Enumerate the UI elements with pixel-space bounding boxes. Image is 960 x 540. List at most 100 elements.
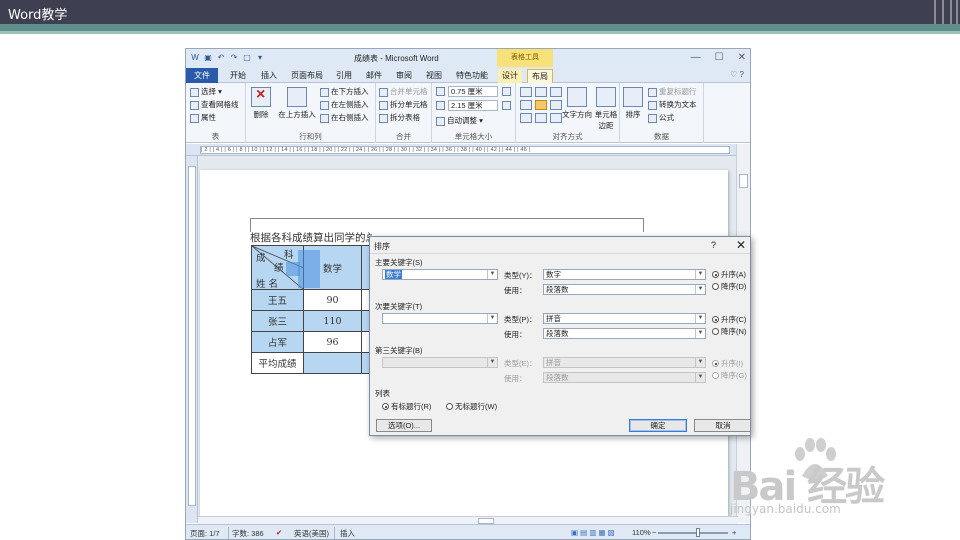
delete-button[interactable]: 删除 (248, 86, 274, 120)
tab-home[interactable]: 开始 (226, 69, 250, 83)
sort-button[interactable]: 排序 (622, 87, 644, 120)
insert-right-button[interactable]: 在右侧插入 (320, 112, 369, 123)
insert-below-button[interactable]: 在下方插入 (320, 86, 369, 97)
header-row-radio[interactable]: 有标题行(R) (382, 401, 431, 412)
tab-review[interactable]: 审阅 (392, 69, 416, 83)
third-desc-radio[interactable]: 降序(G) (712, 370, 747, 381)
align-bottom-right-icon[interactable] (550, 113, 562, 123)
tab-references[interactable]: 引用 (332, 69, 356, 83)
select-button[interactable]: 选择 ▾ (190, 86, 222, 97)
redo-icon[interactable]: ↷ (229, 52, 239, 63)
align-middle-center-icon[interactable] (535, 100, 547, 110)
close-icon[interactable]: ✕ (738, 52, 746, 63)
table-row[interactable]: 平均成绩 (251, 352, 376, 374)
zoom-slider-thumb[interactable] (696, 528, 700, 537)
word-count[interactable]: 字数: 386 (232, 528, 264, 539)
name-cell[interactable]: 王五 (251, 289, 304, 311)
scroll-thumb[interactable] (739, 174, 748, 188)
cell-margins-button[interactable]: 单元格边距 (594, 87, 618, 131)
minimize-icon[interactable]: — (691, 52, 701, 63)
third-using-select[interactable]: 段落数 ▼ (543, 372, 706, 383)
score-cell[interactable]: 110 (303, 310, 362, 332)
secondary-using-select[interactable]: 段落数 ▼ (543, 328, 706, 339)
table-row[interactable]: 张三 110 (251, 310, 376, 332)
convert-to-text-button[interactable]: 转换为文本 (648, 99, 697, 110)
col-width-input[interactable]: 2.15 厘米 (448, 100, 498, 111)
tab-view[interactable]: 视图 (422, 69, 446, 83)
dialog-help-icon[interactable]: ? (711, 240, 716, 250)
primary-using-select[interactable]: 段落数 ▼ (543, 284, 706, 295)
insert-left-button[interactable]: 在左侧插入 (320, 99, 369, 110)
align-bottom-left-icon[interactable] (520, 113, 532, 123)
tab-features[interactable]: 特色功能 (452, 69, 492, 83)
score-cell[interactable]: 96 (303, 331, 362, 353)
insert-mode[interactable]: 插入 (340, 528, 355, 539)
radio-icon (712, 283, 719, 290)
text-direction-button[interactable]: 文字方向 (562, 87, 592, 120)
zoom-slider[interactable] (658, 532, 728, 534)
third-asc-radio[interactable]: 升序(I) (712, 358, 743, 369)
horizontal-ruler[interactable]: | 2 | | 4 | | 6 | | 8 | | 10 | | 12 | | … (186, 144, 750, 156)
split-cells-button[interactable]: 拆分单元格 (379, 99, 428, 110)
cell-alignment-grid[interactable] (520, 87, 562, 123)
third-key-select[interactable]: ▼ (382, 357, 498, 368)
table-row[interactable]: 占军 96 (251, 331, 376, 353)
vertical-ruler[interactable] (186, 156, 198, 523)
repeat-header-button[interactable]: 重复标题行 (648, 86, 697, 97)
split-table-button[interactable]: 拆分表格 (379, 112, 420, 123)
primary-key-select[interactable]: 数学 ▼ (382, 269, 498, 280)
distribute-cols-icon[interactable] (502, 101, 511, 110)
formula-button[interactable]: 公式 (648, 112, 674, 123)
primary-asc-radio[interactable]: 升序(A) (712, 269, 746, 280)
page-count[interactable]: 页面: 1/7 (190, 528, 220, 539)
maximize-icon[interactable]: ☐ (715, 52, 724, 63)
score-cell[interactable] (303, 352, 362, 374)
autofit-button[interactable]: 自动调整 ▾ (436, 115, 483, 126)
row-height-input[interactable]: 0.75 厘米 (448, 86, 498, 97)
dialog-close-icon[interactable]: ✕ (736, 238, 746, 252)
name-cell[interactable]: 平均成绩 (251, 352, 304, 374)
secondary-asc-radio[interactable]: 升序(C) (712, 314, 746, 325)
tab-design[interactable]: 设计 (498, 69, 522, 83)
help-icon[interactable]: ♡ ? (730, 70, 744, 79)
align-bottom-center-icon[interactable] (535, 113, 547, 123)
zoom-level[interactable]: 110% (632, 528, 651, 537)
view-buttons-icon[interactable]: ▣ ▤ ▥ ▦ ▧ (571, 528, 615, 537)
proofing-icon[interactable]: ✔ (276, 528, 282, 537)
customize-qat-icon[interactable]: ▾ (255, 52, 265, 63)
primary-desc-radio[interactable]: 降序(D) (712, 281, 746, 292)
third-type-select[interactable]: 拼音 ▼ (543, 357, 706, 368)
tab-layout[interactable]: 布局 (527, 69, 553, 83)
tab-insert[interactable]: 插入 (257, 69, 281, 83)
save-icon[interactable]: ▣ (203, 52, 213, 63)
name-cell[interactable]: 占军 (251, 331, 304, 353)
secondary-desc-radio[interactable]: 降序(N) (712, 326, 746, 337)
tab-file[interactable]: 文件 (186, 68, 218, 83)
secondary-key-select[interactable]: ▼ (382, 313, 498, 324)
view-gridlines-button[interactable]: 查看网格线 (190, 99, 239, 110)
tab-mailings[interactable]: 邮件 (362, 69, 386, 83)
undo-icon[interactable]: ↶ (216, 52, 226, 63)
align-top-left-icon[interactable] (520, 87, 532, 97)
options-button[interactable]: 选项(O)... (376, 419, 432, 432)
distribute-rows-icon[interactable] (502, 87, 511, 96)
tab-page-layout[interactable]: 页面布局 (287, 69, 327, 83)
ok-button[interactable]: 确定 (629, 419, 687, 432)
no-header-row-radio[interactable]: 无标题行(W) (446, 401, 497, 412)
align-middle-right-icon[interactable] (550, 100, 562, 110)
primary-type-select[interactable]: 数字 ▼ (543, 269, 706, 280)
properties-button[interactable]: 属性 (190, 112, 216, 123)
new-doc-icon[interactable]: ▢ (242, 52, 252, 63)
language[interactable]: 英语(美国) (294, 528, 329, 539)
horizontal-scrollbar[interactable] (198, 516, 738, 524)
merge-cells-button[interactable]: 合并单元格 (379, 86, 428, 97)
score-cell[interactable]: 90 (303, 289, 362, 311)
insert-above-button[interactable]: 在上方插入 (276, 87, 318, 120)
table-row[interactable]: 王五 90 (251, 289, 376, 311)
name-cell[interactable]: 张三 (251, 310, 304, 332)
align-top-center-icon[interactable] (535, 87, 547, 97)
align-middle-left-icon[interactable] (520, 100, 532, 110)
align-top-right-icon[interactable] (550, 87, 562, 97)
secondary-type-select[interactable]: 拼音 ▼ (543, 313, 706, 324)
zoom-out-icon[interactable]: − (652, 528, 656, 537)
